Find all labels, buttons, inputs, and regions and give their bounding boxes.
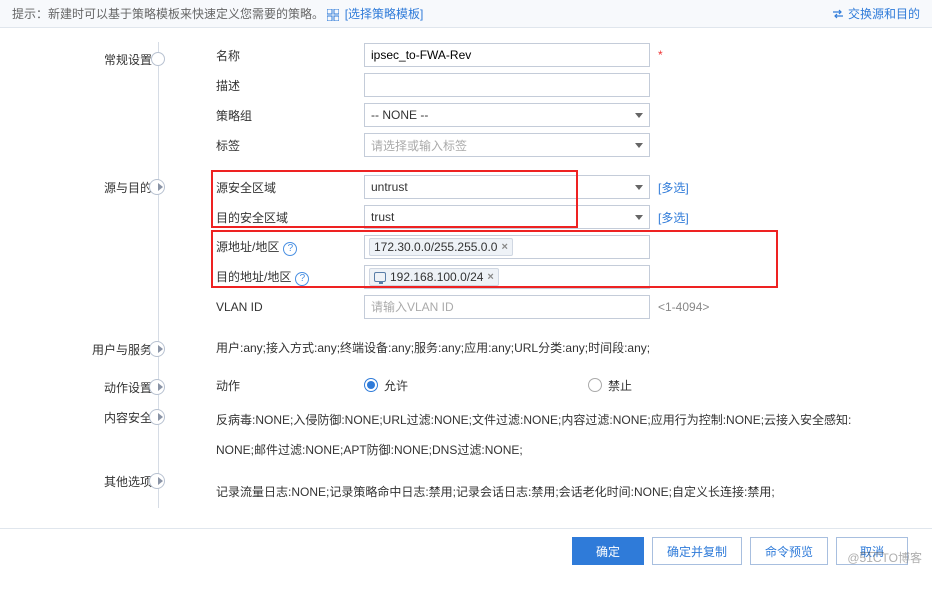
select-template-link[interactable]: [选择策略模板] [345,7,424,21]
section-user-service[interactable]: 用户与服务 [10,336,192,362]
src-zone-more-link[interactable]: [多选] [658,179,689,196]
label-src-addr: 源地址/地区? [216,238,364,256]
dst-zone-value: trust [371,210,394,224]
label-tag: 标签 [216,137,364,154]
play-icon [158,477,163,485]
radio-icon [364,378,378,392]
play-icon [158,383,163,391]
policy-group-select[interactable]: -- NONE -- [364,103,650,127]
src-zone-value: untrust [371,180,408,194]
play-icon [158,183,163,191]
name-input[interactable] [364,43,650,67]
dst-addr-input[interactable]: 192.168.100.0/24 × [364,265,650,289]
dst-zone-select[interactable]: trust [364,205,650,229]
radio-deny-label: 禁止 [608,377,632,394]
required-mark: * [658,48,663,62]
ok-button[interactable]: 确定 [572,537,644,565]
content-security-summary-a: 反病毒:NONE;入侵防御:NONE;URL过滤:NONE;文件过滤:NONE;… [216,408,922,432]
network-icon [374,272,386,282]
play-icon [158,413,163,421]
swap-src-dst-link[interactable]: 交换源和目的 [832,5,920,22]
chip-remove-icon[interactable]: × [501,241,507,253]
chevron-down-icon [635,113,643,118]
label-dst-addr: 目的地址/地区? [216,268,364,286]
label-src-zone: 源安全区域 [216,179,364,196]
dst-zone-more-link[interactable]: [多选] [658,209,689,226]
src-zone-select[interactable]: untrust [364,175,650,199]
user-service-summary: 用户:any;接入方式:any;终端设备:any;服务:any;应用:any;U… [216,336,922,360]
section-general: 常规设置 [10,46,192,72]
cmd-preview-button[interactable]: 命令预览 [750,537,828,565]
content-security-summary-b: NONE;邮件过滤:NONE;APT防御:NONE;DNS过滤:NONE; [216,438,922,462]
description-input[interactable] [364,73,650,97]
label-policy-group: 策略组 [216,107,364,124]
src-addr-chip: 172.30.0.0/255.255.0.0 × [369,238,513,256]
chevron-down-icon [635,143,643,148]
section-src-dst[interactable]: 源与目的 [10,174,192,200]
tag-select[interactable]: 请选择或输入标签 [364,133,650,157]
swap-link-label: 交换源和目的 [848,5,920,22]
vlan-id-input[interactable] [364,295,650,319]
other-options-summary: 记录流量日志:NONE;记录策略命中日志:禁用;记录会话日志:禁用;会话老化时间… [216,480,922,504]
policy-group-value: -- NONE -- [371,108,428,122]
section-other-options[interactable]: 其他选项 [10,468,192,494]
vlan-hint: <1-4094> [658,300,709,314]
template-grid-icon [327,9,339,21]
chevron-down-icon [635,185,643,190]
section-content-security[interactable]: 内容安全 [10,404,192,430]
ok-copy-button[interactable]: 确定并复制 [652,537,742,565]
chevron-down-icon [635,215,643,220]
label-name: 名称 [216,47,364,64]
label-action: 动作 [216,377,364,394]
label-description: 描述 [216,77,364,94]
hint-text: 提示：新建时可以基于策略模板来快速定义您需要的策略。 [12,7,324,21]
radio-icon [588,378,602,392]
chip-remove-icon[interactable]: × [487,271,493,283]
help-icon[interactable]: ? [283,242,297,256]
radio-allow[interactable]: 允许 [364,377,408,394]
watermark: @51CTO博客 [847,549,922,566]
dst-addr-chip: 192.168.100.0/24 × [369,268,499,286]
section-action[interactable]: 动作设置 [10,374,192,400]
label-vlan-id: VLAN ID [216,300,364,314]
radio-deny[interactable]: 禁止 [588,377,632,394]
src-addr-input[interactable]: 172.30.0.0/255.255.0.0 × [364,235,650,259]
radio-allow-label: 允许 [384,377,408,394]
help-icon[interactable]: ? [295,272,309,286]
label-dst-zone: 目的安全区域 [216,209,364,226]
play-icon [158,345,163,353]
swap-icon [832,8,844,20]
tag-placeholder: 请选择或输入标签 [371,137,467,154]
